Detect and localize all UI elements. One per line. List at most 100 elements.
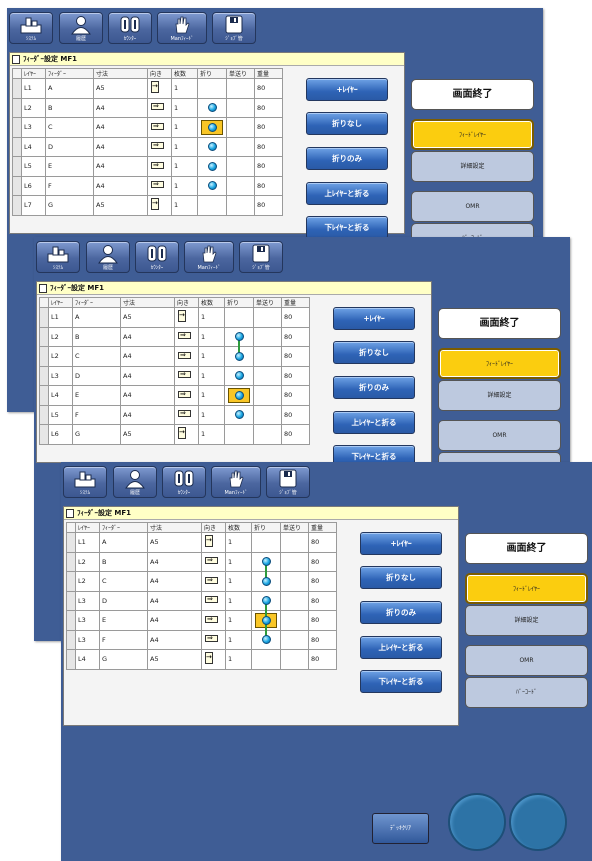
omr-button[interactable]: OMR (465, 645, 588, 676)
fold-with-upper-button[interactable]: 上ﾚｲﾔｰと折る (333, 411, 415, 434)
right-dial-knob[interactable] (509, 793, 567, 851)
fold-only-button[interactable]: 折りのみ (360, 601, 442, 624)
row-selector[interactable] (12, 156, 22, 177)
row-selector[interactable] (66, 649, 76, 670)
row-selector[interactable] (12, 117, 22, 138)
row-selector[interactable] (39, 326, 49, 347)
table-row[interactable]: L2 B A4 ⇒ 1 80 (66, 551, 337, 572)
table-row[interactable]: L4 E A4 ⇒ 1 80 (39, 385, 310, 406)
row-selector[interactable] (66, 571, 76, 592)
row-selector[interactable] (39, 346, 49, 367)
feed-layer-button[interactable]: ﾌｨｰﾄﾞﾚｲﾔｰ (411, 119, 534, 150)
fold-cell[interactable] (224, 346, 254, 367)
fold-cell[interactable] (224, 365, 254, 386)
close-screen-button[interactable]: 画面終了 (438, 308, 561, 339)
toolbar-counter-button[interactable]: ｶｳﾝﾀｰ (162, 466, 206, 498)
fold-cell[interactable] (251, 532, 281, 553)
row-selector[interactable] (66, 610, 76, 631)
feed-layer-button[interactable]: ﾌｨｰﾄﾞﾚｲﾔｰ (465, 573, 588, 604)
fold-cell[interactable] (197, 136, 227, 157)
table-row[interactable]: L2 C A4 ⇒ 1 80 (39, 346, 310, 367)
row-selector[interactable] (39, 404, 49, 425)
table-row[interactable]: L3 D A4 ⇒ 1 80 (39, 365, 310, 386)
fold-only-button[interactable]: 折りのみ (306, 147, 388, 170)
table-row[interactable]: L2 B A4 ⇒ 1 80 (12, 97, 283, 118)
fold-cell[interactable] (224, 326, 254, 347)
table-row[interactable]: L6 G A5 → 1 80 (39, 424, 310, 445)
table-row[interactable]: L5 E A4 ⇒ 1 80 (12, 156, 283, 177)
table-row[interactable]: L1 A A5 → 1 80 (66, 532, 337, 553)
barcode-button[interactable]: ﾊﾞｰｺｰﾄﾞ (465, 677, 588, 708)
row-selector[interactable] (12, 195, 22, 216)
fold-cell[interactable] (224, 424, 254, 445)
fold-cell[interactable] (197, 78, 227, 99)
row-selector[interactable] (12, 97, 22, 118)
fold-cell[interactable] (197, 156, 227, 177)
fold-only-button[interactable]: 折りのみ (333, 376, 415, 399)
table-row[interactable]: L6 F A4 ⇒ 1 80 (12, 175, 283, 196)
add-layer-button[interactable]: +ﾚｲﾔｰ (306, 78, 388, 101)
fold-cell[interactable] (197, 97, 227, 118)
fold-cell[interactable] (224, 307, 254, 328)
toolbar-history-button[interactable]: 履歴 (86, 241, 130, 273)
row-selector[interactable] (12, 175, 22, 196)
table-row[interactable]: L1 A A5 → 1 80 (39, 307, 310, 328)
row-selector[interactable] (12, 78, 22, 99)
row-selector[interactable] (66, 532, 76, 553)
row-selector[interactable] (12, 136, 22, 157)
fold-cell[interactable] (251, 571, 281, 592)
toolbar-manual-button[interactable]: Manﾌｨｰﾄﾞ (184, 241, 234, 273)
table-row[interactable]: L7 G A5 → 1 80 (12, 195, 283, 216)
row-selector[interactable] (39, 365, 49, 386)
no-fold-button[interactable]: 折りなし (306, 112, 388, 135)
table-row[interactable]: L4 D A4 ⇒ 1 80 (12, 136, 283, 157)
row-selector[interactable] (66, 629, 76, 650)
no-fold-button[interactable]: 折りなし (333, 341, 415, 364)
fold-cell[interactable] (251, 629, 281, 650)
fold-cell[interactable] (251, 551, 281, 572)
table-row[interactable]: L3 C A4 ⇒ 1 80 (12, 117, 283, 138)
toolbar-job-button[interactable]: ｼﾞｮﾌﾞ管 (212, 12, 256, 44)
table-row[interactable]: L4 G A5 → 1 80 (66, 649, 337, 670)
fold-cell[interactable] (197, 195, 227, 216)
toolbar-job-button[interactable]: ｼﾞｮﾌﾞ管 (266, 466, 310, 498)
fold-cell[interactable] (197, 117, 227, 138)
fold-cell[interactable] (224, 404, 254, 425)
toolbar-history-button[interactable]: 履歴 (113, 466, 157, 498)
table-row[interactable]: L3 D A4 ⇒ 1 80 (66, 590, 337, 611)
fold-cell[interactable] (197, 175, 227, 196)
add-layer-button[interactable]: +ﾚｲﾔｰ (333, 307, 415, 330)
left-dial-knob[interactable] (448, 793, 506, 851)
close-screen-button[interactable]: 画面終了 (411, 79, 534, 110)
row-selector[interactable] (66, 590, 76, 611)
row-selector[interactable] (39, 424, 49, 445)
fold-cell[interactable] (251, 649, 281, 670)
omr-button[interactable]: OMR (438, 420, 561, 451)
table-row[interactable]: L2 B A4 ⇒ 1 80 (39, 326, 310, 347)
fold-with-upper-button[interactable]: 上ﾚｲﾔｰと折る (360, 636, 442, 659)
table-row[interactable]: L3 E A4 ⇒ 1 80 (66, 610, 337, 631)
toolbar-manual-button[interactable]: Manﾌｨｰﾄﾞ (211, 466, 261, 498)
fold-with-lower-button[interactable]: 下ﾚｲﾔｰと折る (360, 670, 442, 693)
add-layer-button[interactable]: +ﾚｲﾔｰ (360, 532, 442, 555)
row-selector[interactable] (39, 307, 49, 328)
detail-settings-button[interactable]: 詳細設定 (411, 151, 534, 182)
fold-with-upper-button[interactable]: 上ﾚｲﾔｰと折る (306, 182, 388, 205)
table-row[interactable]: L3 F A4 ⇒ 1 80 (66, 629, 337, 650)
table-row[interactable]: L2 C A4 ⇒ 1 80 (66, 571, 337, 592)
table-row[interactable]: L5 F A4 ⇒ 1 80 (39, 404, 310, 425)
close-screen-button[interactable]: 画面終了 (465, 533, 588, 564)
row-selector[interactable] (66, 551, 76, 572)
toolbar-counter-button[interactable]: ｶｳﾝﾀｰ (135, 241, 179, 273)
toolbar-counter-button[interactable]: ｶｳﾝﾀｰ (108, 12, 152, 44)
fold-with-lower-button[interactable]: 下ﾚｲﾔｰと折る (306, 216, 388, 239)
toolbar-history-button[interactable]: 履歴 (59, 12, 103, 44)
toolbar-system-button[interactable]: ｼｽﾃﾑ (9, 12, 53, 44)
fold-cell[interactable] (251, 590, 281, 611)
toolbar-job-button[interactable]: ｼﾞｮﾌﾞ管 (239, 241, 283, 273)
no-fold-button[interactable]: 折りなし (360, 566, 442, 589)
toolbar-system-button[interactable]: ｼｽﾃﾑ (63, 466, 107, 498)
toolbar-system-button[interactable]: ｼｽﾃﾑ (36, 241, 80, 273)
fold-cell[interactable] (251, 610, 281, 631)
toolbar-manual-button[interactable]: Manﾌｨｰﾄﾞ (157, 12, 207, 44)
